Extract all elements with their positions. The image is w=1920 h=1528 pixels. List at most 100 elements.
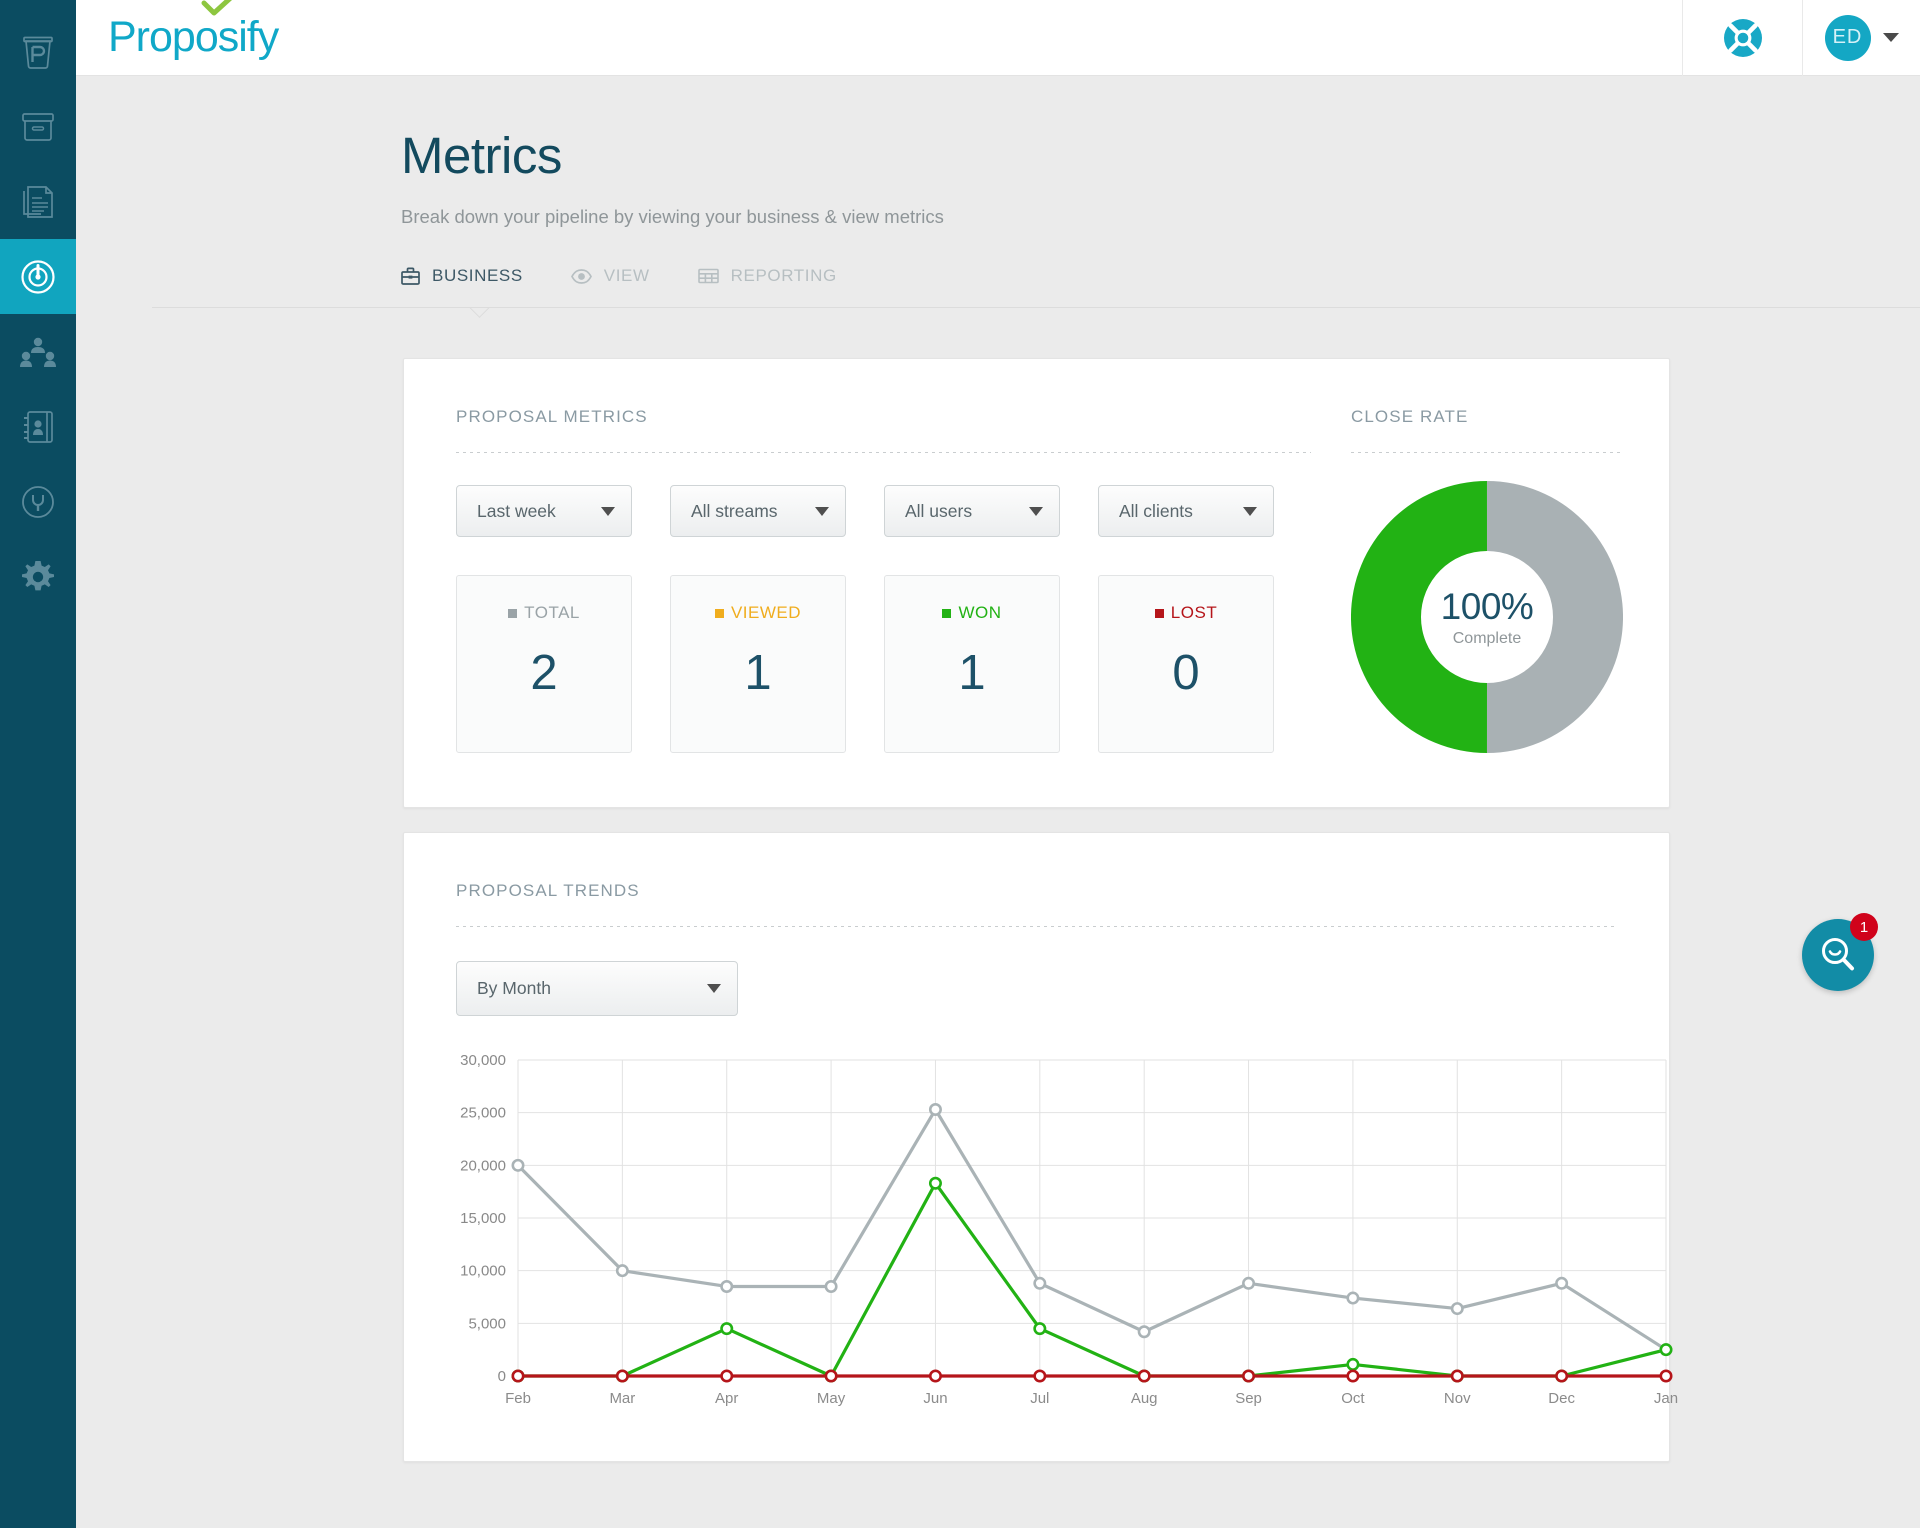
proposal-trends-chart-area: 0 5,000 10,000 15,000 20,000 25,000 30,000 Feb M… — [456, 1052, 1678, 1407]
help-beacon-button[interactable]: 1 — [1802, 913, 1878, 991]
svg-text:25,000: 25,000 — [460, 1105, 506, 1122]
sidebar-item-contacts[interactable] — [0, 389, 76, 464]
chevron-down-icon — [707, 984, 721, 994]
svg-text:15,000: 15,000 — [460, 1210, 506, 1227]
team-people-icon — [20, 337, 56, 367]
tab-bar: BUSINESS VIEW REPORTING — [76, 266, 1920, 309]
search-smile-icon — [1822, 938, 1854, 971]
contacts-book-icon — [24, 410, 53, 443]
chevron-down-icon — [1243, 506, 1257, 516]
svg-text:Oct: Oct — [1341, 1390, 1365, 1407]
divider — [456, 926, 1617, 928]
trends-controls: By Month — [456, 961, 1617, 1017]
avatar: ED — [1824, 14, 1871, 61]
close-rate-section: CLOSE RATE 100% Complete — [1350, 407, 1624, 807]
eye-icon — [570, 268, 592, 284]
svg-text:Dec: Dec — [1548, 1390, 1575, 1407]
chevron-down-icon — [601, 506, 615, 516]
date-range-select[interactable]: Last week — [456, 485, 632, 538]
stat-viewed: VIEWED 1 — [670, 575, 846, 754]
stat-viewed-value: 1 — [744, 646, 772, 701]
grouping-value: By Month — [477, 978, 551, 999]
svg-text:Nov: Nov — [1444, 1390, 1471, 1407]
legend-swatch-won — [942, 608, 952, 618]
chevron-down-icon — [1029, 506, 1043, 516]
metrics-filters: Last week All streams All users All clie… — [456, 485, 1311, 538]
legend-swatch-viewed — [714, 608, 724, 618]
plug-integrations-icon — [22, 485, 54, 518]
sidebar-item-proposify-home[interactable] — [0, 14, 76, 89]
brand-logo[interactable]: Proposify — [108, 0, 279, 59]
briefcase-icon — [401, 267, 420, 286]
active-tab-indicator — [466, 308, 492, 321]
sidebar-item-team[interactable] — [0, 314, 76, 389]
svg-text:Jun: Jun — [923, 1390, 947, 1407]
right-column: Proposify ED Metrics Break down your pip… — [76, 0, 1920, 1528]
svg-text:0: 0 — [498, 1368, 506, 1385]
page-content: Metrics Break down your pipeline by view… — [76, 76, 1920, 1528]
users-select[interactable]: All users — [884, 485, 1060, 538]
svg-text:Apr: Apr — [715, 1390, 738, 1407]
sidebar-item-settings[interactable] — [0, 539, 76, 614]
svg-text:Aug: Aug — [1131, 1390, 1158, 1407]
proposal-trends-title: PROPOSAL TRENDS — [456, 881, 640, 901]
stat-lost-value: 0 — [1172, 646, 1200, 701]
sidebar-item-documents[interactable] — [0, 164, 76, 239]
tab-view[interactable]: VIEW — [570, 266, 650, 308]
legend-swatch-total — [508, 608, 518, 618]
chevron-down-icon — [815, 506, 829, 516]
clients-select[interactable]: All clients — [1098, 485, 1274, 538]
proposal-trends-chart: 0 5,000 10,000 15,000 20,000 25,000 30,000 Feb M… — [456, 1052, 1678, 1422]
proposal-metrics-card: PROPOSAL METRICS Last week All streams A — [403, 358, 1670, 809]
archive-box-icon — [22, 112, 54, 141]
svg-text:Feb: Feb — [505, 1390, 531, 1407]
close-rate-percent: 100% — [1440, 586, 1534, 628]
tab-reporting-label: REPORTING — [730, 266, 837, 286]
page-header: Metrics Break down your pipeline by view… — [76, 76, 1920, 228]
proposal-metrics-section: PROPOSAL METRICS Last week All streams A — [456, 407, 1311, 807]
proposal-metrics-title: PROPOSAL METRICS — [456, 407, 648, 427]
streams-select[interactable]: All streams — [670, 485, 846, 538]
sidebar-item-metrics[interactable] — [0, 239, 76, 314]
stat-won: WON 1 — [884, 575, 1060, 754]
tab-business-label: BUSINESS — [432, 266, 523, 286]
donut-center: 100% Complete — [1422, 552, 1552, 683]
stat-total-value: 2 — [530, 646, 558, 701]
page-title: Metrics — [401, 127, 562, 184]
stat-won-value: 1 — [958, 646, 986, 701]
tab-view-label: VIEW — [603, 266, 650, 286]
tab-business[interactable]: BUSINESS — [401, 266, 523, 308]
stat-boxes: TOTAL 2 VIEWED 1 WON 1 LOST 0 — [456, 575, 1311, 754]
stat-total: TOTAL 2 — [456, 575, 632, 754]
sidebar-item-archive[interactable] — [0, 89, 76, 164]
documents-icon — [23, 185, 53, 218]
streams-value: All streams — [691, 500, 778, 521]
page-subtitle: Break down your pipeline by viewing your… — [401, 206, 944, 228]
help-button[interactable] — [1682, 0, 1802, 76]
target-metrics-icon — [21, 259, 55, 294]
tabs-divider — [152, 307, 1920, 309]
user-menu[interactable]: ED — [1802, 0, 1920, 76]
close-rate-title: CLOSE RATE — [1351, 407, 1469, 427]
users-value: All users — [905, 500, 973, 521]
close-rate-caption: Complete — [1452, 630, 1522, 648]
stat-won-label: WON — [942, 603, 1001, 623]
legend-swatch-lost — [1154, 608, 1164, 618]
tab-reporting[interactable]: REPORTING — [697, 266, 837, 308]
stat-viewed-label: VIEWED — [714, 603, 801, 623]
svg-text:Mar: Mar — [609, 1390, 635, 1407]
app-root: Proposify ED Metrics Break down your pip… — [0, 0, 1920, 1528]
close-rate-donut: 100% Complete — [1350, 481, 1624, 754]
stat-lost: LOST 0 — [1098, 575, 1274, 754]
divider — [1351, 452, 1623, 454]
svg-text:May: May — [817, 1390, 846, 1407]
sidebar-item-integrations[interactable] — [0, 464, 76, 539]
svg-text:Sep: Sep — [1235, 1390, 1262, 1407]
proposal-trends-card: PROPOSAL TRENDS By Month 0 5,000 10,000 15,… — [403, 832, 1678, 1463]
table-grid-icon — [697, 268, 719, 284]
date-range-value: Last week — [477, 500, 556, 521]
clients-value: All clients — [1119, 500, 1193, 521]
close-rate-donut-wrap: 100% Complete — [1350, 481, 1624, 754]
grouping-select[interactable]: By Month — [456, 961, 738, 1017]
top-bar: Proposify ED — [76, 0, 1920, 76]
